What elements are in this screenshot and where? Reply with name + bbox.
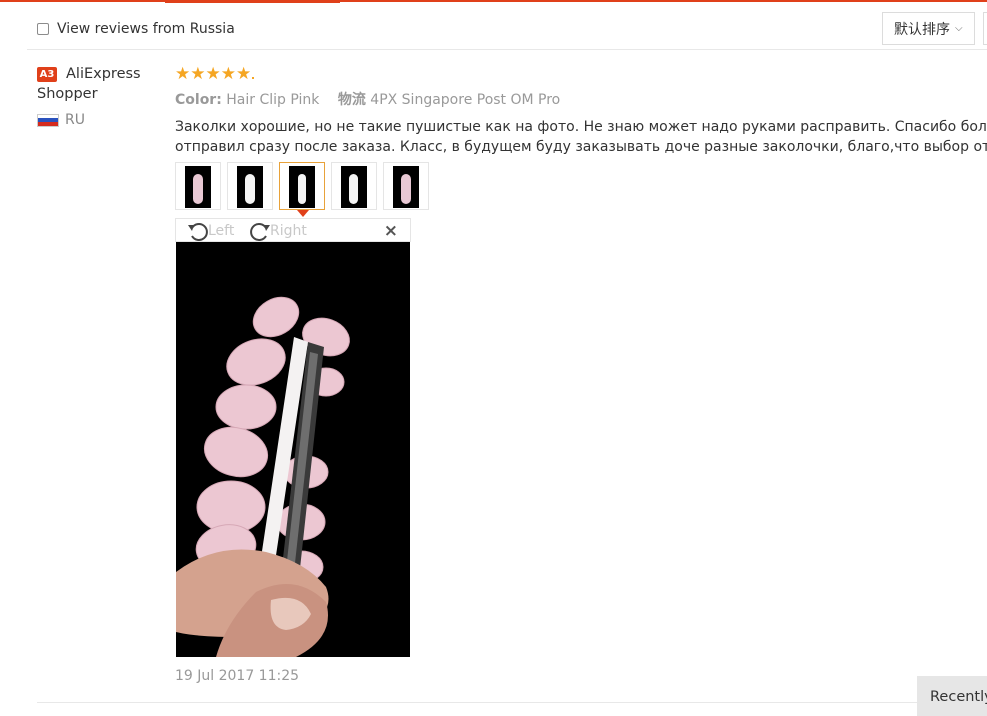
rating-tail: [252, 77, 255, 79]
photo-viewer-toolbar: Left Right ×: [175, 218, 411, 242]
star-icon: ★: [175, 63, 191, 84]
rotate-right-icon: [250, 223, 270, 241]
close-icon[interactable]: ×: [384, 221, 398, 241]
shipping-label: 物流: [337, 92, 366, 108]
rotate-left-label[interactable]: Left: [208, 223, 234, 239]
review-content: ★ ★ ★ ★ ★ Color: Hair Clip Pink 物流 4PX S…: [175, 64, 987, 157]
review-divider: [37, 702, 987, 703]
review-text-line2: отправил сразу после заказа. Класс, в бу…: [175, 139, 987, 155]
rotate-right-label[interactable]: Right: [270, 223, 307, 239]
review-filter-bar: View reviews from Russia 默认排序 ⌵: [27, 6, 987, 50]
star-icon: ★: [190, 63, 206, 84]
russia-flag-icon: [37, 113, 59, 127]
photo-thumbnail[interactable]: [227, 162, 273, 210]
rotate-left-button[interactable]: Left: [186, 220, 234, 242]
review-date: 19 Jul 2017 11:25: [175, 668, 300, 684]
active-caret-icon: [297, 210, 309, 217]
sort-dropdown-label[interactable]: 默认排序: [894, 19, 950, 39]
accent-line: [0, 0, 987, 2]
reviewer-name-line2: Shopper: [37, 86, 98, 102]
color-value: Hair Clip Pink: [226, 92, 320, 108]
russia-filter-label[interactable]: View reviews from Russia: [57, 21, 235, 37]
color-label: Color:: [175, 92, 222, 108]
star-rating: ★ ★ ★ ★ ★: [175, 64, 987, 84]
sort-dropdown[interactable]: 默认排序 ⌵: [882, 12, 975, 45]
top-accent-bar: [0, 0, 987, 3]
recently-viewed-tab[interactable]: Recently: [917, 676, 987, 716]
review-text-line1: Заколки хорошие, но не такие пушистые ка…: [175, 119, 987, 135]
photo-thumbnail-active[interactable]: [279, 162, 325, 217]
russia-filter[interactable]: View reviews from Russia: [37, 21, 235, 37]
review-photo-large: [176, 242, 410, 657]
star-icon: ★: [236, 63, 252, 84]
active-tab-indicator: [165, 0, 340, 3]
star-icon: ★: [220, 63, 236, 84]
rotate-left-icon: [188, 223, 208, 241]
russia-filter-checkbox[interactable]: [37, 23, 49, 35]
shipping-value: 4PX Singapore Post OM Pro: [370, 92, 561, 108]
photo-thumbnail[interactable]: [383, 162, 429, 210]
photo-thumbnail[interactable]: [175, 162, 221, 210]
order-info: Color: Hair Clip Pink 物流 4PX Singapore P…: [175, 89, 987, 109]
hair-clip-photo-image: [176, 242, 410, 657]
sort-secondary-button[interactable]: [983, 12, 987, 45]
reviewer-name: AliExpress: [66, 66, 141, 82]
rotate-right-button[interactable]: Right: [248, 220, 307, 242]
reviewer-country: RU: [37, 112, 167, 128]
chevron-down-icon: ⌵: [955, 23, 963, 34]
country-code: RU: [65, 112, 85, 128]
photo-thumbnail[interactable]: [331, 162, 377, 210]
review-photo-thumbnails: [175, 162, 435, 217]
buyer-level-badge: A3: [37, 67, 57, 82]
reviewer-info: A3 AliExpress Shopper RU: [37, 64, 167, 128]
star-icon: ★: [205, 63, 221, 84]
